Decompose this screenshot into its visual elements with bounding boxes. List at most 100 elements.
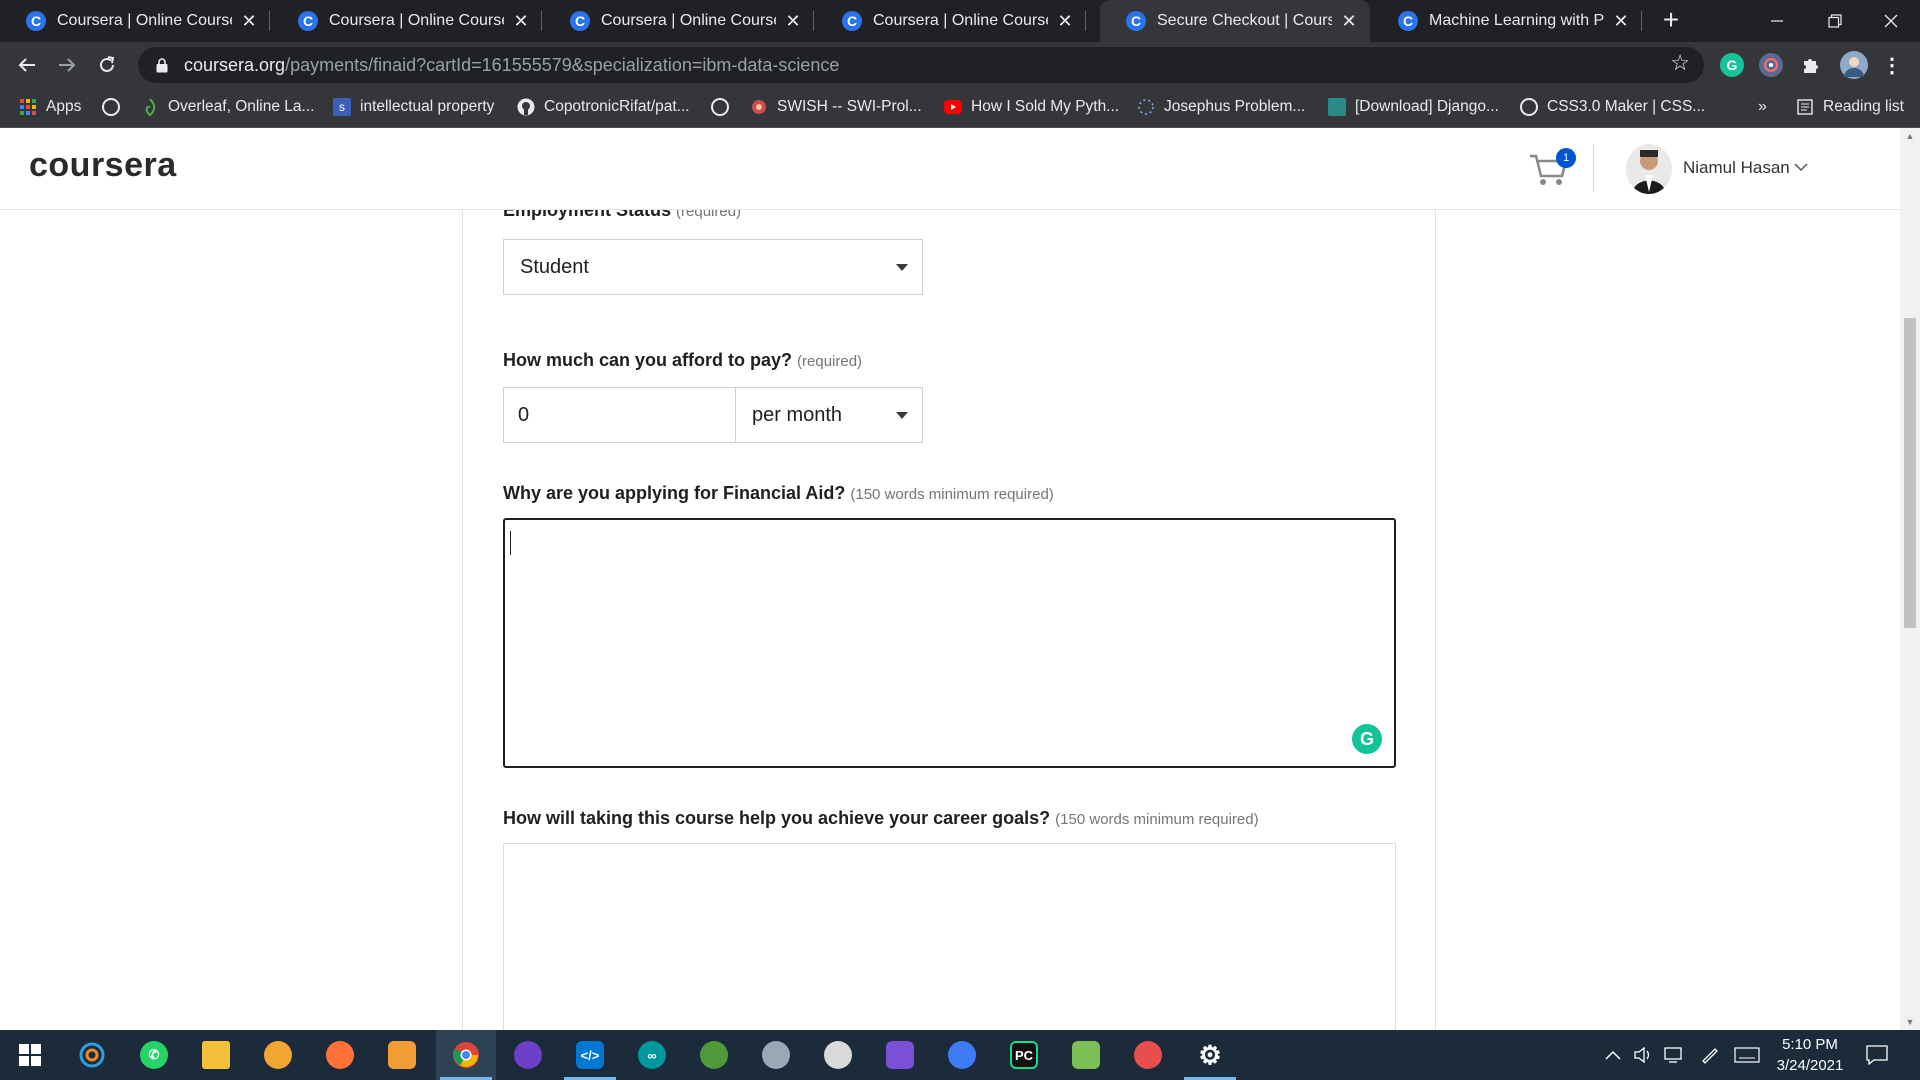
bookmark-label: SWISH -- SWI-Prol... <box>777 98 922 115</box>
back-arrow-icon[interactable] <box>11 49 43 81</box>
afford-amount-input[interactable]: 0 <box>503 387 736 443</box>
file-explorer-icon[interactable] <box>186 1030 246 1080</box>
chrome-icon[interactable] <box>436 1030 496 1080</box>
puzzle-extensions-icon[interactable] <box>1799 53 1823 77</box>
bookmark-css-maker[interactable]: CSS3.0 Maker | CSS... <box>1520 87 1705 127</box>
reload-icon[interactable] <box>91 49 123 81</box>
geogebra-icon[interactable] <box>684 1030 744 1080</box>
django-icon <box>1328 98 1346 116</box>
notepad-icon[interactable] <box>1056 1030 1116 1080</box>
tab-title: Coursera | Online Courses & <box>329 12 504 29</box>
why-aid-label: Why are you applying for Financial Aid?(… <box>503 483 1054 503</box>
browser-tab[interactable]: C Coursera | Online Courses & ✕ <box>544 0 814 42</box>
scroll-down-icon[interactable]: ▼ <box>1900 1014 1920 1030</box>
close-tab-icon[interactable]: ✕ <box>1340 11 1358 32</box>
close-tab-icon[interactable]: ✕ <box>240 11 258 32</box>
cart-count-badge: 1 <box>1556 148 1576 168</box>
bookmark-overleaf[interactable]: Overleaf, Online La... <box>141 87 314 127</box>
bookmark-globe[interactable] <box>102 87 129 127</box>
start-icon[interactable] <box>0 1030 60 1080</box>
afford-period-select[interactable]: per month <box>735 387 923 443</box>
messenger-icon[interactable] <box>932 1030 992 1080</box>
chrome-menu-icon[interactable]: ⋮ <box>1880 53 1904 77</box>
coursera-favicon-icon: C <box>842 11 862 31</box>
bookmark-youtube[interactable]: How I Sold My Pyth... <box>944 87 1119 127</box>
forward-arrow-icon[interactable] <box>51 49 83 81</box>
extension-icon[interactable] <box>1759 53 1783 77</box>
grammarly-extension-icon[interactable]: G <box>1720 53 1744 77</box>
bookmark-django[interactable]: [Download] Django... <box>1328 87 1499 127</box>
firefox-icon[interactable] <box>310 1030 370 1080</box>
pen-icon[interactable] <box>1700 1030 1720 1080</box>
system-clock[interactable]: 5:10 PM 3/24/2021 <box>1760 1034 1860 1076</box>
restore-icon[interactable] <box>1806 0 1864 42</box>
bookmark-intellectual-property[interactable]: s intellectual property <box>333 87 494 127</box>
pycharm-icon[interactable]: PC <box>994 1030 1054 1080</box>
bookmark-label: [Download] Django... <box>1355 98 1499 115</box>
lock-icon[interactable] <box>150 57 174 73</box>
bookmark-globe[interactable] <box>711 87 738 127</box>
reading-list-button[interactable]: Reading list <box>1796 87 1904 127</box>
url-host: coursera.org <box>184 54 286 75</box>
window-close-icon[interactable] <box>1862 0 1920 42</box>
github-desktop-icon[interactable] <box>498 1030 558 1080</box>
brave-icon[interactable] <box>248 1030 308 1080</box>
whatsapp-icon[interactable]: ✆ <box>124 1030 184 1080</box>
browser-tab[interactable]: C Coursera | Online Courses & ✕ <box>0 0 270 42</box>
keyboard-icon[interactable] <box>1734 1030 1760 1080</box>
close-tab-icon[interactable]: ✕ <box>1056 11 1074 32</box>
picture-viewer-icon[interactable] <box>372 1030 432 1080</box>
employment-status-select[interactable]: Student <box>503 239 923 295</box>
new-tab-button[interactable]: + <box>1656 5 1686 35</box>
close-tab-icon[interactable]: ✕ <box>512 11 530 32</box>
coursera-logo[interactable]: coursera <box>29 146 177 185</box>
grammarly-icon[interactable]: G <box>1352 724 1382 754</box>
profile-avatar-icon[interactable] <box>1840 51 1868 79</box>
user-name[interactable]: Niamul Hasan <box>1683 158 1790 178</box>
career-goals-textarea[interactable] <box>503 843 1396 1030</box>
chevron-down-icon[interactable] <box>1794 159 1808 175</box>
bookmark-swish[interactable]: SWISH -- SWI-Prol... <box>750 87 922 127</box>
visual-studio-icon[interactable] <box>870 1030 930 1080</box>
bookmark-star-icon[interactable]: ☆ <box>1670 50 1690 76</box>
apps-grid-icon <box>19 98 37 116</box>
network-icon[interactable] <box>1664 1030 1684 1080</box>
close-tab-icon[interactable]: ✕ <box>1612 11 1630 32</box>
page-scrollbar[interactable]: ▲ ▼ <box>1900 128 1920 1030</box>
scroll-up-icon[interactable]: ▲ <box>1900 128 1920 144</box>
github-icon <box>517 98 535 116</box>
bookmark-label: Josephus Problem... <box>1164 98 1306 115</box>
dropdown-caret-icon <box>896 412 908 419</box>
minimize-icon[interactable] <box>1748 0 1806 42</box>
bookmark-josephus[interactable]: Josephus Problem... <box>1137 87 1305 127</box>
windows-taskbar: ✆ </> ∞ PC ⚙ 5:10 PM 3/24/2021 <box>0 1030 1920 1080</box>
scrollbar-thumb[interactable] <box>1904 318 1916 628</box>
globe-icon <box>1520 98 1538 116</box>
browser-tab[interactable]: C Coursera | Online Courses & ✕ <box>816 0 1086 42</box>
vscode-icon[interactable]: </> <box>560 1030 620 1080</box>
bookmark-label: intellectual property <box>360 98 495 115</box>
tray-chevron-icon[interactable] <box>1605 1030 1621 1080</box>
browser-tab[interactable]: C Machine Learning with Pytho ✕ <box>1372 0 1642 42</box>
notifications-icon[interactable] <box>1866 1030 1888 1080</box>
bookmark-github[interactable]: CopotronicRifat/pat... <box>517 87 690 127</box>
loading-icon <box>1137 98 1155 116</box>
address-bar[interactable]: coursera.org/payments/finaid?cartId=1615… <box>138 47 1704 83</box>
settings-icon[interactable]: ⚙ <box>1180 1030 1240 1080</box>
tab-title: Coursera | Online Courses & <box>873 12 1048 29</box>
browser-tab-active[interactable]: C Secure Checkout | Coursera ✕ <box>1100 0 1370 42</box>
arduino-icon[interactable]: ∞ <box>622 1030 682 1080</box>
why-aid-textarea[interactable]: G <box>503 518 1396 768</box>
app-icon[interactable] <box>808 1030 868 1080</box>
bookmarks-overflow-button[interactable]: » <box>1758 87 1767 127</box>
cortana-icon[interactable] <box>62 1030 122 1080</box>
browser-tab[interactable]: C Coursera | Online Courses & ✕ <box>272 0 542 42</box>
app-icon[interactable] <box>1118 1030 1178 1080</box>
app-icon[interactable] <box>746 1030 806 1080</box>
dropdown-caret-icon <box>896 264 908 271</box>
user-avatar[interactable] <box>1626 144 1672 194</box>
bookmark-apps[interactable]: Apps <box>19 87 81 127</box>
volume-icon[interactable] <box>1634 1030 1654 1080</box>
close-tab-icon[interactable]: ✕ <box>784 11 802 32</box>
s-bookmark-icon: s <box>333 98 351 116</box>
